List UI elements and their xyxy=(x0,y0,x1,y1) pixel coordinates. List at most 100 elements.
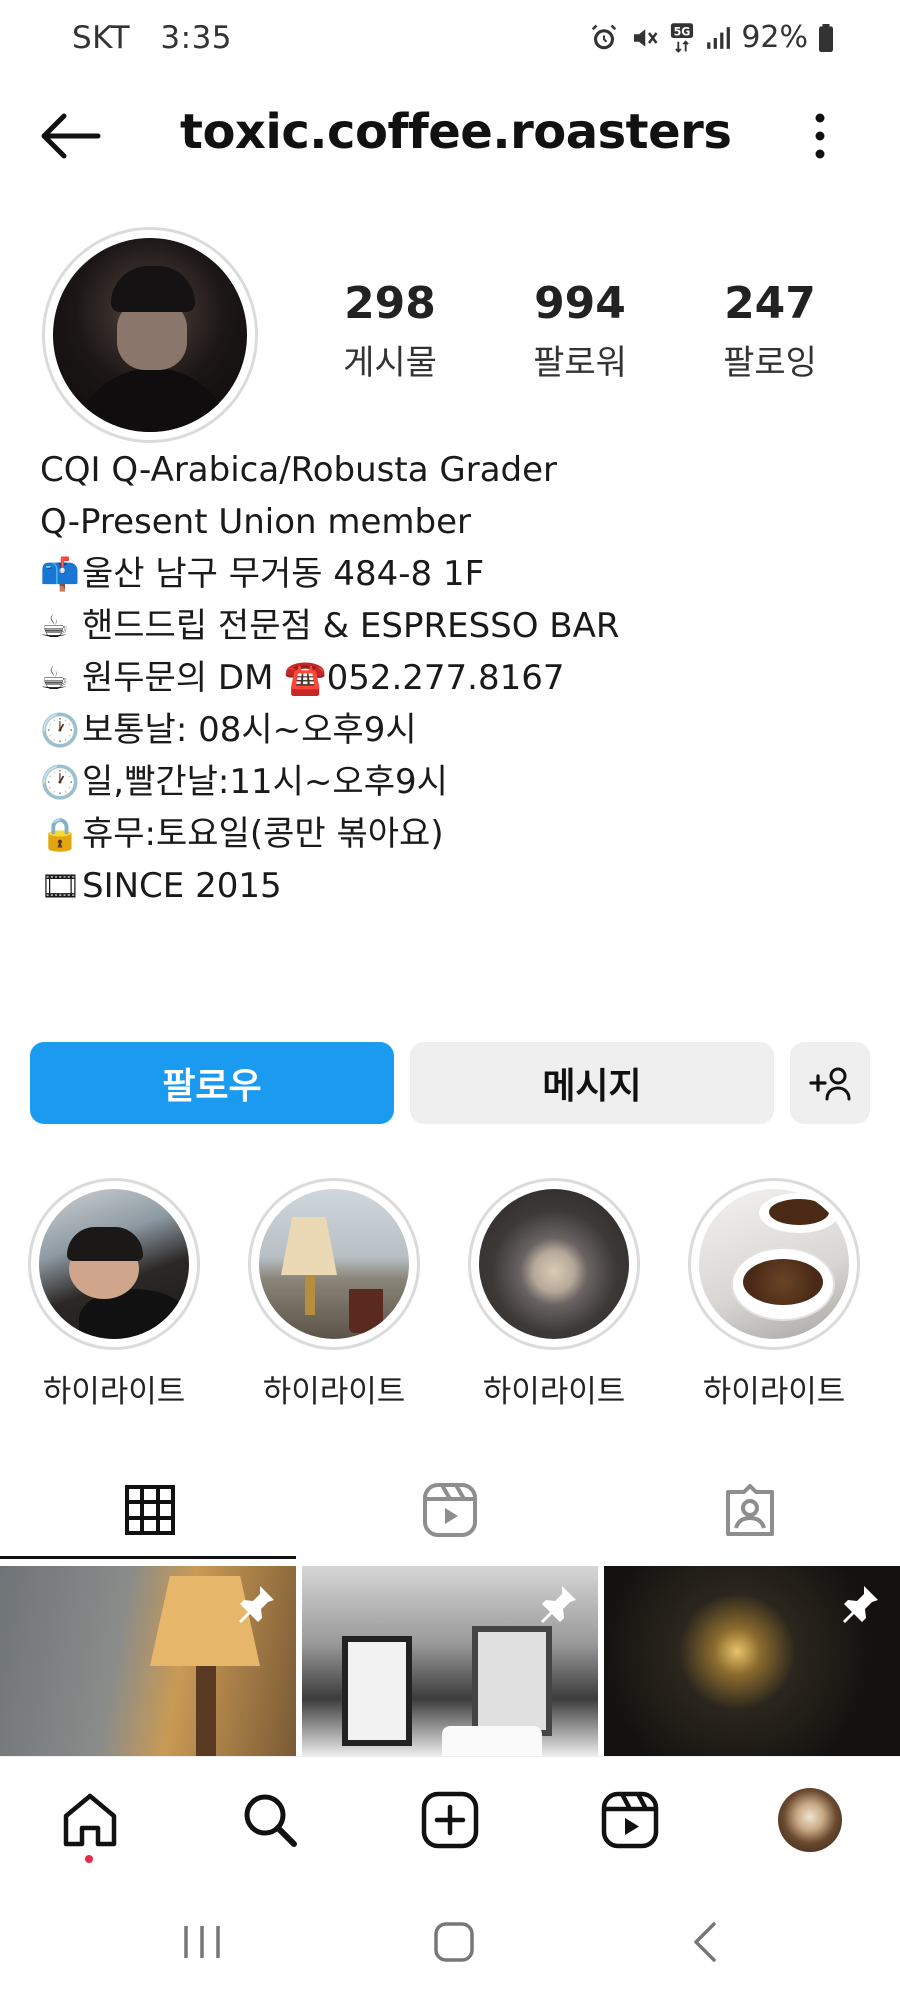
notification-dot xyxy=(85,1855,93,1863)
highlight-cover xyxy=(39,1189,189,1339)
avatar-image xyxy=(53,238,247,432)
home-icon xyxy=(63,1793,117,1847)
stat-count: 298 xyxy=(344,278,436,329)
carrier-label: SKT xyxy=(72,20,131,56)
battery-icon xyxy=(819,23,833,52)
story-highlight[interactable]: 하이라이트 xyxy=(248,1178,420,1411)
bio-text: 휴무:토요일(콩만 볶아요) xyxy=(82,814,444,854)
profile-avatar-icon xyxy=(778,1788,842,1852)
arrow-left-icon xyxy=(41,113,101,159)
suggest-users-button[interactable] xyxy=(790,1042,870,1124)
post-thumbnail[interactable] xyxy=(0,1566,296,1756)
bio-line: 🕐보통날: 08시~오후9시 xyxy=(40,704,860,756)
film-icon: 🎞 xyxy=(40,867,81,905)
bio-line: 📫울산 남구 무거동 484-8 1F xyxy=(40,548,860,600)
highlight-cover xyxy=(259,1189,409,1339)
bio-line: ☕ 원두문의 DM ☎️052.277.8167 xyxy=(40,652,860,704)
stat-following[interactable]: 247 팔로잉 xyxy=(675,278,865,384)
bio-line: 🕐일,빨간날:11시~오후9시 xyxy=(40,756,860,808)
nav-search[interactable] xyxy=(235,1785,305,1855)
recent-apps-icon xyxy=(184,1926,220,1958)
grid-icon xyxy=(125,1484,175,1535)
pin-icon xyxy=(843,1586,878,1623)
clock-icon: 🕐 xyxy=(40,711,80,749)
bio-text: 원두문의 DM ☎️052.277.8167 xyxy=(82,658,565,698)
signal-icon xyxy=(707,26,731,49)
status-left: SKT 3:35 xyxy=(72,20,252,56)
home-square-icon xyxy=(434,1922,474,1962)
bio-text: 일,빨간날:11시~오후9시 xyxy=(82,762,448,802)
recent-apps-button[interactable] xyxy=(172,1912,232,1972)
reels-icon xyxy=(601,1791,659,1849)
bio-line: CQI Q-Arabica/Robusta Grader xyxy=(40,444,860,496)
story-highlight[interactable]: 하이라이트 xyxy=(468,1178,640,1411)
5g-icon: 5G xyxy=(671,22,694,53)
tab-grid[interactable] xyxy=(0,1462,300,1557)
tab-tagged[interactable] xyxy=(600,1462,900,1557)
bio-line: ☕ 핸드드립 전문점 & ESPRESSO BAR xyxy=(40,600,860,652)
nav-reels[interactable] xyxy=(595,1785,665,1855)
search-icon xyxy=(244,1794,297,1847)
system-back-button[interactable] xyxy=(676,1912,736,1972)
highlight-cover xyxy=(699,1189,849,1339)
home-button[interactable] xyxy=(424,1912,484,1972)
bio-text: Q-Present Union member xyxy=(40,502,472,542)
profile-bio: CQI Q-Arabica/Robusta Grader Q-Present U… xyxy=(40,444,860,912)
nav-create[interactable] xyxy=(415,1785,485,1855)
svg-text:5G: 5G xyxy=(674,25,691,38)
reels-icon xyxy=(423,1482,477,1537)
profile-avatar[interactable] xyxy=(42,227,258,443)
highlight-ring xyxy=(688,1178,860,1350)
status-right: 5G 92% xyxy=(589,20,834,55)
highlight-ring xyxy=(28,1178,200,1350)
bio-text: SINCE 2015 xyxy=(82,866,282,906)
active-tab-indicator xyxy=(0,1556,296,1559)
back-button[interactable] xyxy=(38,110,102,162)
nav-home[interactable] xyxy=(55,1785,125,1855)
more-options-button[interactable] xyxy=(800,110,840,162)
message-button[interactable]: 메시지 xyxy=(410,1042,774,1124)
more-vertical-icon xyxy=(815,113,825,159)
stat-label: 게시물 xyxy=(343,343,437,383)
pin-icon xyxy=(239,1586,274,1623)
bottom-navigation xyxy=(0,1756,900,1884)
highlight-label: 하이라이트 xyxy=(702,1374,846,1410)
follow-button[interactable]: 팔로우 xyxy=(30,1042,394,1124)
nav-profile[interactable] xyxy=(775,1785,845,1855)
alarm-icon xyxy=(592,24,617,49)
clock-icon: 🕐 xyxy=(40,763,80,801)
post-thumbnail[interactable] xyxy=(302,1566,598,1756)
stat-count: 994 xyxy=(534,278,626,329)
pin-icon xyxy=(541,1586,576,1623)
status-bar: SKT 3:35 5G 92% xyxy=(0,0,900,80)
mute-icon xyxy=(634,28,658,47)
bio-line: 🔒휴무:토요일(콩만 볶아요) xyxy=(40,808,860,860)
coffee-icon: ☕ xyxy=(40,607,69,645)
highlight-ring xyxy=(468,1178,640,1350)
stat-posts[interactable]: 298 게시물 xyxy=(295,278,485,384)
bio-text: 보통날: 08시~오후9시 xyxy=(82,710,417,750)
post-thumbnail[interactable] xyxy=(604,1566,900,1756)
story-highlight[interactable]: 하이라이트 xyxy=(688,1178,860,1411)
tagged-icon xyxy=(726,1483,774,1536)
highlight-ring xyxy=(248,1178,420,1350)
tab-reels[interactable] xyxy=(300,1462,600,1557)
battery-percent: 92% xyxy=(741,20,808,55)
create-icon xyxy=(421,1791,479,1849)
chevron-left-icon xyxy=(694,1922,716,1962)
highlight-label: 하이라이트 xyxy=(262,1374,406,1410)
stat-label: 팔로잉 xyxy=(723,343,817,383)
bio-text: 핸드드립 전문점 & ESPRESSO BAR xyxy=(82,606,620,646)
story-highlight[interactable]: 하이라이트 xyxy=(28,1178,200,1411)
profile-username: toxic.coffee.roasters xyxy=(180,104,732,160)
stat-count: 247 xyxy=(724,278,816,329)
bio-line: Q-Present Union member xyxy=(40,496,860,548)
lock-icon: 🔒 xyxy=(40,815,80,853)
profile-header: toxic.coffee.roasters xyxy=(0,90,900,180)
add-person-icon xyxy=(809,1067,851,1101)
clock: 3:35 xyxy=(160,20,233,56)
bio-text: CQI Q-Arabica/Robusta Grader xyxy=(40,450,558,490)
stat-followers[interactable]: 994 팔로워 xyxy=(485,278,675,384)
bio-line: 🎞SINCE 2015 xyxy=(40,860,860,912)
bio-text: 울산 남구 무거동 484-8 1F xyxy=(82,554,485,594)
